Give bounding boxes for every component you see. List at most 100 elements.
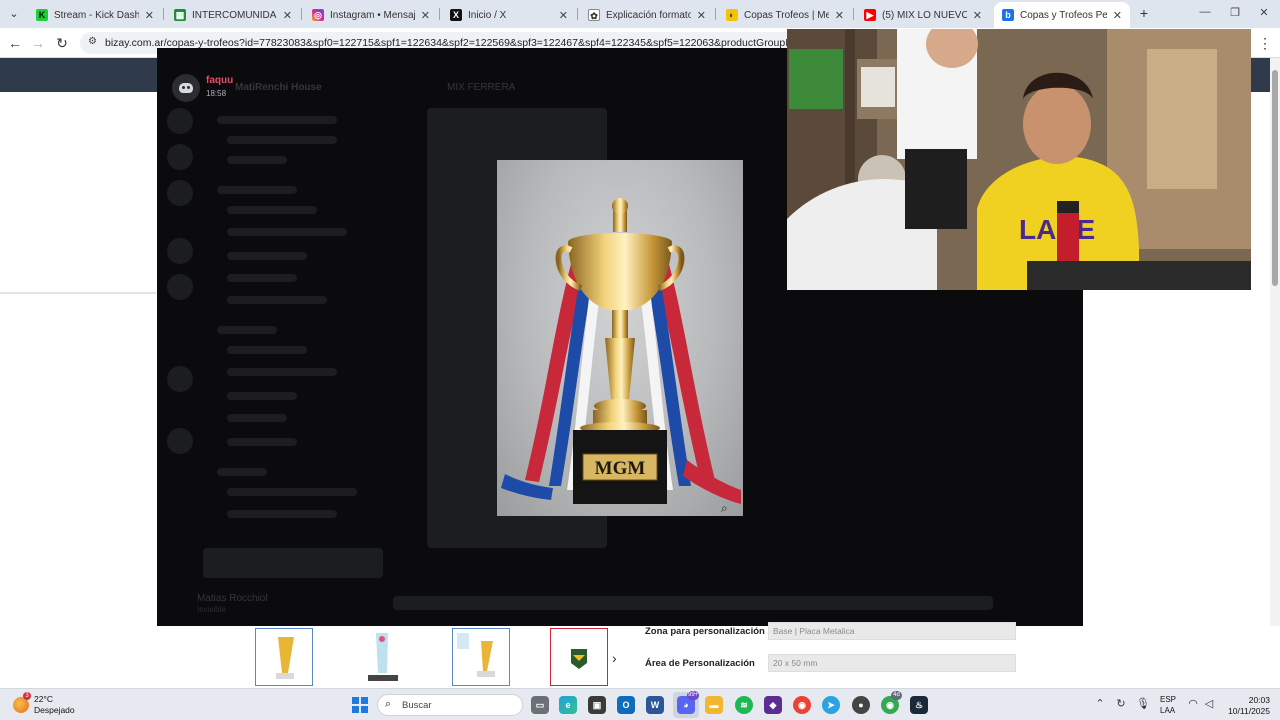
ghost-channel-row — [227, 252, 307, 260]
ghost-channel-row — [227, 488, 357, 496]
tab-youtube[interactable]: ▶ (5) MIX LO NUEVO 2021 ✕ — [856, 2, 990, 28]
sync-icon[interactable]: ↻ — [1114, 697, 1128, 710]
clock-date[interactable]: 10/11/2025 — [1206, 706, 1270, 716]
outlook-icon[interactable]: O — [617, 696, 635, 714]
post-username[interactable]: faquu — [206, 75, 233, 86]
product-thumbnail[interactable] — [550, 628, 608, 686]
screen: ⌄ K Stream - Kick Dashboard ✕ ▦ INTERCOM… — [0, 0, 1280, 720]
task-view-icon[interactable]: ▭ — [531, 696, 549, 714]
telegram-icon[interactable]: ➤ — [822, 696, 840, 714]
close-icon[interactable]: ✕ — [697, 9, 706, 22]
tab-bizay-active[interactable]: b Copas y Trofeos Personal ✕ — [994, 2, 1130, 28]
ghost-footer-status: Invisible — [197, 605, 226, 614]
tab-kick-dashboard[interactable]: K Stream - Kick Dashboard ✕ — [28, 2, 162, 28]
discord-notification-badge: 99+ — [687, 691, 700, 700]
weather-temperature[interactable]: 22°C — [34, 694, 53, 704]
taskbar-search[interactable]: ⌕ Buscar — [377, 694, 523, 716]
keyboard-layout[interactable]: LAA — [1160, 706, 1175, 715]
ghost-channel-row — [227, 392, 297, 400]
weather-badge: 3 — [23, 692, 31, 700]
tab-label: Instagram • Mensajes — [330, 9, 415, 21]
spotify-icon[interactable]: ≋ — [735, 696, 753, 714]
close-icon[interactable]: ✕ — [559, 9, 568, 22]
windows-logo-icon — [352, 697, 359, 704]
ghost-channel-row — [227, 368, 337, 376]
product-thumbnail[interactable] — [353, 628, 411, 686]
edge-icon[interactable]: e — [559, 696, 577, 714]
close-icon[interactable]: ✕ — [1113, 9, 1122, 22]
trophy-thumbnail-image — [276, 637, 294, 679]
new-tab-button[interactable]: + — [1136, 5, 1152, 21]
forward-arrow-icon[interactable]: → — [30, 35, 46, 51]
ghost-channel-row — [227, 510, 337, 518]
tab-mercadolibre[interactable]: ◐ Copas Trofeos | Mercadol ✕ — [718, 2, 852, 28]
kick-icon: K — [36, 9, 48, 21]
reload-icon[interactable]: ↻ — [54, 35, 70, 51]
webcam-overlay: LAKE — [787, 29, 1251, 290]
restore-icon[interactable]: ❐ — [1227, 6, 1243, 19]
youtube-icon: ▶ — [864, 9, 876, 21]
tab-x-home[interactable]: X Inicio / X ✕ — [442, 2, 576, 28]
site-settings-icon[interactable]: ⚙ — [88, 36, 97, 47]
window-close-icon[interactable]: ✕ — [1256, 6, 1272, 19]
wifi-icon[interactable]: ◠ — [1186, 697, 1200, 710]
mercadolibre-icon: ◐ — [726, 9, 738, 21]
tab-instagram[interactable]: ◎ Instagram • Mensajes ✕ — [304, 2, 438, 28]
tab-label: Copas y Trofeos Personal — [1020, 9, 1107, 21]
tab-search-button[interactable]: ⌄ — [4, 4, 24, 24]
chrome-icon[interactable]: ◉ — [793, 696, 811, 714]
sheets-icon: ▦ — [174, 9, 186, 21]
zoom-cursor-icon: ⌕ — [721, 501, 728, 515]
trophy-image[interactable]: MGM — [497, 160, 743, 516]
windows-logo-icon — [352, 706, 359, 713]
product-thumbnail[interactable] — [452, 628, 510, 686]
tab-label: Copas Trofeos | Mercadol — [744, 9, 829, 21]
spec-value-zona[interactable]: Base | Placa Metalica — [768, 622, 1016, 640]
ghost-server-icon — [167, 238, 193, 264]
start-button[interactable] — [352, 697, 368, 713]
product-thumbnail[interactable] — [255, 628, 313, 686]
search-icon: ⌕ — [385, 698, 392, 710]
language-code[interactable]: ESP — [1160, 695, 1176, 704]
spec-label-area: Área de Personalización — [645, 658, 755, 669]
close-icon[interactable]: ✕ — [973, 9, 982, 22]
tab-divider — [163, 8, 164, 20]
tab-divider — [577, 8, 578, 20]
close-icon[interactable]: ✕ — [835, 9, 844, 22]
browser-menu-icon[interactable]: ⋮ — [1258, 35, 1272, 52]
tab-intercomunidades[interactable]: ▦ INTERCOMUNIDADES - G ✕ — [166, 2, 300, 28]
ghost-server-icon — [167, 274, 193, 300]
windows-taskbar: 3 22°C Despejado ⌕ Buscar ▭ e ▣ O W ◕ 99… — [0, 688, 1280, 720]
crystal-thumbnail-image — [368, 633, 398, 681]
ghost-channel-row — [217, 186, 297, 194]
steam-icon[interactable]: ♨ — [910, 696, 928, 714]
ghost-channel-row — [227, 206, 317, 214]
ghost-channel-name: MIX FERRERA — [447, 82, 516, 93]
chevron-right-icon[interactable]: › — [612, 650, 617, 666]
discord-avatar[interactable] — [172, 74, 200, 102]
close-icon[interactable]: ✕ — [283, 9, 292, 22]
file-explorer-icon[interactable]: ▬ — [705, 696, 723, 714]
ghost-channel-row — [227, 438, 297, 446]
tab-label: Stream - Kick Dashboard — [54, 9, 139, 21]
page-scrollbar-thumb[interactable] — [1272, 70, 1278, 286]
clock-time[interactable]: 20:03 — [1226, 695, 1270, 705]
tray-overflow-icon[interactable]: ⌃ — [1093, 697, 1107, 710]
spec-value-area[interactable]: 20 x 50 mm — [768, 654, 1016, 672]
spec-label-zona: Zona para personalización — [645, 626, 765, 637]
tab-label: Inicio / X — [468, 9, 507, 21]
close-icon[interactable]: ✕ — [421, 9, 430, 22]
ghost-server-icon — [167, 144, 193, 170]
microphone-icon[interactable]: 🎙 — [1136, 697, 1150, 710]
word-icon[interactable]: W — [646, 696, 664, 714]
back-arrow-icon[interactable]: ← — [7, 35, 23, 51]
store-icon[interactable]: ▣ — [588, 696, 606, 714]
visual-studio-icon[interactable]: ◆ — [764, 696, 782, 714]
ghost-server-icon — [167, 108, 193, 134]
obs-icon[interactable]: ● — [852, 696, 870, 714]
minimize-icon[interactable]: — — [1197, 6, 1213, 18]
page-divider — [0, 292, 156, 294]
weather-description[interactable]: Despejado — [34, 705, 75, 715]
tab-chatgpt[interactable]: ✿ Explicación formato torne ✕ — [580, 2, 714, 28]
close-icon[interactable]: ✕ — [145, 9, 154, 22]
